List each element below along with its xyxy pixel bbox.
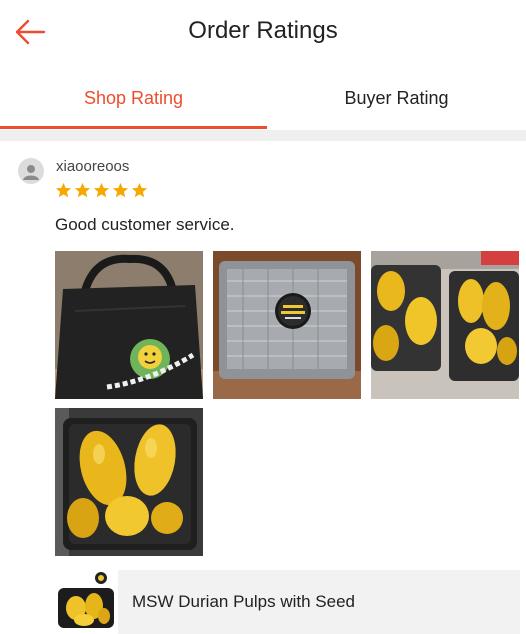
product-name: MSW Durian Pulps with Seed: [132, 592, 355, 611]
review-photo-bag[interactable]: [55, 251, 203, 399]
rating-tabs: Shop Rating Buyer Rating: [0, 72, 526, 130]
star-icon: [93, 182, 110, 198]
page-title: Order Ratings: [188, 17, 338, 44]
tab-buyer-rating[interactable]: Buyer Rating: [267, 88, 526, 109]
avatar: [18, 158, 44, 184]
product-card[interactable]: MSW Durian Pulps with Seed: [54, 570, 520, 634]
star-icon: [74, 182, 91, 198]
rating-stars: [55, 182, 148, 202]
section-divider: [0, 130, 526, 141]
star-icon: [131, 182, 148, 198]
star-icon: [55, 182, 72, 198]
tab-shop-rating[interactable]: Shop Rating: [0, 88, 267, 109]
star-icon: [112, 182, 129, 198]
app-header: Order Ratings: [0, 0, 526, 64]
product-thumbnail: [54, 570, 118, 634]
review-comment: Good customer service.: [55, 215, 235, 234]
review-photo-foil-pack[interactable]: [213, 251, 361, 399]
review-photo-durian-trays[interactable]: [371, 251, 519, 399]
user-icon: [23, 165, 39, 180]
review-photo-durian-closeup[interactable]: [55, 408, 203, 556]
active-tab-indicator: [0, 126, 267, 129]
reviewer-username: xiaooreoos: [56, 158, 130, 175]
